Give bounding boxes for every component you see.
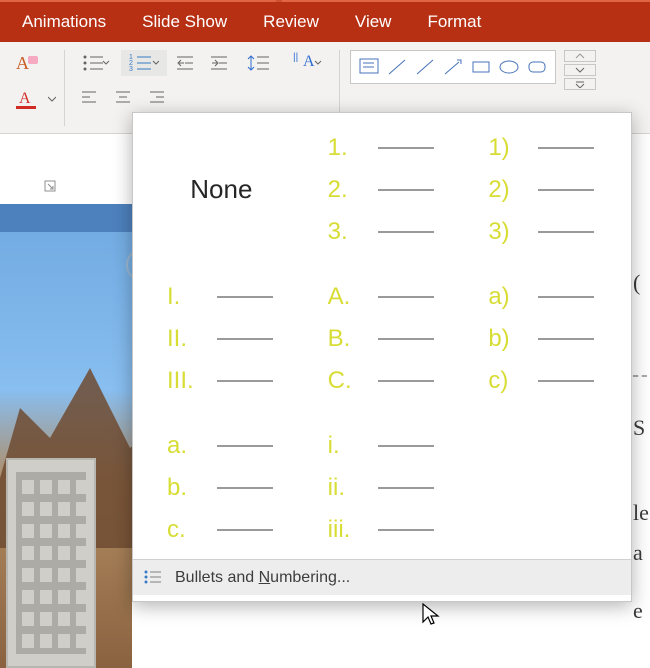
bullets-and-numbering-button[interactable]: Bullets and Numbering... <box>133 559 631 595</box>
svg-text:3: 3 <box>129 66 133 73</box>
background-document-text: ( S le a e <box>633 270 649 638</box>
line-spacing-button[interactable] <box>237 50 283 76</box>
numbering-option-none[interactable]: None <box>141 119 302 260</box>
numbering-option-empty <box>462 418 623 559</box>
numbering-option-lower-roman[interactable]: i. ii. iii. <box>302 418 463 559</box>
line-arrow-icon[interactable] <box>441 55 465 79</box>
font-color-dropdown[interactable] <box>46 86 58 112</box>
mouse-cursor-icon <box>420 602 442 628</box>
svg-text:A: A <box>16 53 29 73</box>
shapes-scroll-up[interactable] <box>564 50 596 62</box>
rounded-rect-icon[interactable] <box>525 55 549 79</box>
text-box-icon[interactable] <box>357 55 381 79</box>
svg-text:A: A <box>303 53 315 70</box>
line-icon[interactable] <box>413 55 437 79</box>
decrease-indent-button[interactable] <box>169 50 201 76</box>
bullets-dropdown[interactable] <box>73 50 119 76</box>
bullets-numbering-icon <box>143 568 163 588</box>
font-dialog-launcher[interactable] <box>44 180 60 196</box>
numbering-option-upper-roman[interactable]: I. II. III. <box>141 268 302 409</box>
oval-icon[interactable] <box>497 55 521 79</box>
align-right-button[interactable] <box>141 84 173 110</box>
slide-thumbnail[interactable] <box>0 204 132 668</box>
svg-text:A: A <box>19 90 31 105</box>
numbering-option-lower-alpha-period[interactable]: a. b. c. <box>141 418 302 559</box>
rectangle-icon[interactable] <box>469 55 493 79</box>
tab-animations[interactable]: Animations <box>4 12 124 32</box>
svg-text:||: || <box>293 52 298 63</box>
numbering-option-upper-alpha[interactable]: A. B. C. <box>302 268 463 409</box>
numbering-option-arabic-paren[interactable]: 1) 2) 3) <box>462 119 623 260</box>
bullets-and-numbering-label: Bullets and Numbering... <box>175 569 350 587</box>
shapes-gallery[interactable] <box>350 50 556 84</box>
shapes-scroll-down[interactable] <box>564 64 596 76</box>
numbering-dropdown[interactable]: 1 2 3 <box>121 50 167 76</box>
shapes-more[interactable] <box>564 78 596 90</box>
align-center-button[interactable] <box>107 84 139 110</box>
tab-format[interactable]: Format <box>409 12 499 32</box>
increase-indent-button[interactable] <box>203 50 235 76</box>
text-direction-button[interactable]: || A <box>285 50 331 76</box>
align-left-button[interactable] <box>73 84 105 110</box>
tab-slide-show[interactable]: Slide Show <box>124 12 245 32</box>
numbering-gallery: None 1. 2. 3. 1) 2) 3) I. II. III. A. B.… <box>132 112 632 602</box>
numbering-option-arabic-period[interactable]: 1. 2. 3. <box>302 119 463 260</box>
clear-formatting-button[interactable]: A <box>10 50 42 76</box>
font-color-button[interactable]: A <box>10 86 42 112</box>
numbering-option-lower-alpha-paren[interactable]: a) b) c) <box>462 268 623 409</box>
line-diag-icon[interactable] <box>385 55 409 79</box>
none-label: None <box>190 174 252 205</box>
